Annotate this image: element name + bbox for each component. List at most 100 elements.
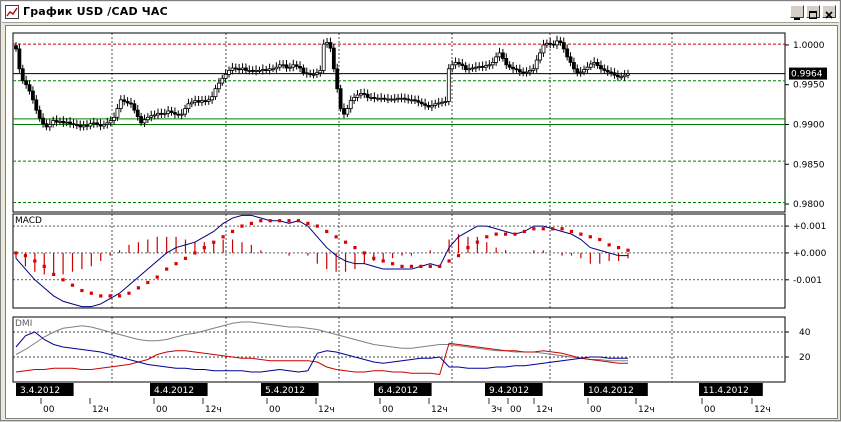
candle-body bbox=[504, 58, 509, 66]
candle-body bbox=[17, 48, 22, 70]
candle-body bbox=[605, 69, 610, 73]
hour-label: 3ч bbox=[491, 405, 502, 415]
candle-body bbox=[426, 104, 431, 108]
macd-signal-point bbox=[522, 229, 527, 234]
candle-body bbox=[355, 94, 360, 98]
macd-signal-point bbox=[315, 224, 319, 228]
close-icon bbox=[825, 11, 833, 19]
candle-body bbox=[588, 63, 593, 68]
macd-signal-point bbox=[456, 254, 461, 258]
candle-body bbox=[135, 109, 140, 117]
macd-signal-point bbox=[569, 229, 574, 234]
candle-body bbox=[179, 113, 184, 116]
chart-window-icon bbox=[5, 5, 19, 19]
candle-body bbox=[619, 76, 624, 79]
macd-signal-point bbox=[334, 235, 338, 239]
macd-signal-point bbox=[80, 288, 84, 293]
candle-body bbox=[453, 62, 458, 66]
candle-body bbox=[433, 103, 438, 106]
maximize-button[interactable] bbox=[806, 5, 820, 19]
candle-body bbox=[267, 68, 272, 71]
candle-body bbox=[85, 124, 89, 127]
close-button[interactable] bbox=[822, 5, 836, 19]
hour-label: 00 bbox=[382, 405, 394, 415]
candle-body bbox=[24, 80, 29, 86]
minimize-button[interactable] bbox=[790, 5, 804, 20]
dmi-tick-label: 20 bbox=[799, 353, 811, 363]
candle-body bbox=[304, 72, 309, 75]
candle-body bbox=[490, 62, 495, 66]
candle-body bbox=[375, 97, 380, 100]
candle-body bbox=[108, 120, 113, 124]
candle-body bbox=[446, 68, 451, 102]
candle-body bbox=[528, 69, 532, 73]
candle-body bbox=[132, 103, 137, 111]
candle-body bbox=[544, 42, 549, 46]
candle-body bbox=[342, 108, 346, 115]
candle-body bbox=[440, 101, 444, 104]
candle-body bbox=[429, 104, 434, 108]
candle-body bbox=[41, 117, 45, 125]
chart-area[interactable]: 1.0000 0.9950 0.9900 0.9850 0.9800 0.9964 MACD… bbox=[5, 25, 838, 419]
macd-signal-point bbox=[494, 232, 498, 236]
candle-body bbox=[152, 114, 157, 117]
macd-tick-label: +0.001 bbox=[793, 222, 826, 232]
candle-body bbox=[338, 88, 343, 109]
candle-body bbox=[548, 42, 553, 45]
candle-body bbox=[531, 68, 536, 71]
macd-signal-point bbox=[70, 283, 75, 287]
macd-signal-point bbox=[193, 251, 197, 255]
macd-signal-point bbox=[598, 237, 602, 242]
price-tick-label: 0.9950 bbox=[793, 81, 825, 91]
macd-signal-point bbox=[616, 245, 621, 250]
candle-body bbox=[615, 74, 620, 78]
candle-body bbox=[298, 66, 302, 69]
macd-signal-point bbox=[362, 251, 366, 255]
candle-body bbox=[169, 110, 174, 113]
macd-signal-point bbox=[23, 254, 28, 258]
candle-body bbox=[582, 69, 586, 73]
candle-body bbox=[362, 93, 367, 95]
macd-signal-point bbox=[89, 291, 93, 295]
maximize-icon bbox=[809, 11, 817, 19]
macd-signal-point bbox=[99, 294, 103, 298]
macd-signal-point bbox=[409, 264, 414, 268]
macd-signal-point bbox=[61, 278, 65, 282]
candle-body bbox=[609, 71, 613, 74]
hour-label: 00 bbox=[43, 405, 55, 415]
candle-body bbox=[423, 103, 428, 106]
macd-signal-point bbox=[42, 264, 46, 268]
candle-body bbox=[457, 62, 461, 65]
candle-body bbox=[58, 120, 62, 123]
candle-body bbox=[443, 101, 448, 103]
macd-signal-point bbox=[117, 294, 122, 298]
macd-signal-point bbox=[438, 264, 442, 268]
price-tick-label: 0.9800 bbox=[793, 200, 825, 210]
candle-body bbox=[524, 71, 529, 74]
candle-body bbox=[162, 112, 167, 115]
candle-body bbox=[473, 66, 478, 69]
candle-body bbox=[129, 102, 133, 105]
macd-signal-point bbox=[136, 286, 140, 290]
candle-body bbox=[389, 98, 394, 101]
candle-body bbox=[463, 65, 468, 70]
candle-body bbox=[230, 67, 235, 71]
candle-body bbox=[37, 109, 42, 119]
macd-signal-point bbox=[127, 291, 131, 295]
macd-signal-point bbox=[343, 240, 348, 244]
candle-body bbox=[406, 98, 411, 101]
candle-body bbox=[196, 100, 201, 103]
candle-body bbox=[142, 119, 147, 124]
chart-canvas[interactable]: 1.0000 0.9950 0.9900 0.9850 0.9800 0.9964 MACD… bbox=[6, 26, 837, 418]
title-bar[interactable]: График USD /CAD ЧАС bbox=[2, 2, 839, 23]
candle-body bbox=[81, 124, 86, 128]
macd-signal-point bbox=[428, 264, 432, 268]
candle-body bbox=[521, 71, 526, 74]
candle-body bbox=[220, 77, 225, 84]
panel-frame-0 bbox=[12, 32, 786, 213]
candle-body bbox=[51, 120, 56, 125]
macd-signal-point bbox=[626, 248, 630, 252]
macd-signal-point bbox=[607, 243, 611, 247]
candle-body bbox=[274, 66, 279, 70]
candle-body bbox=[541, 44, 546, 54]
